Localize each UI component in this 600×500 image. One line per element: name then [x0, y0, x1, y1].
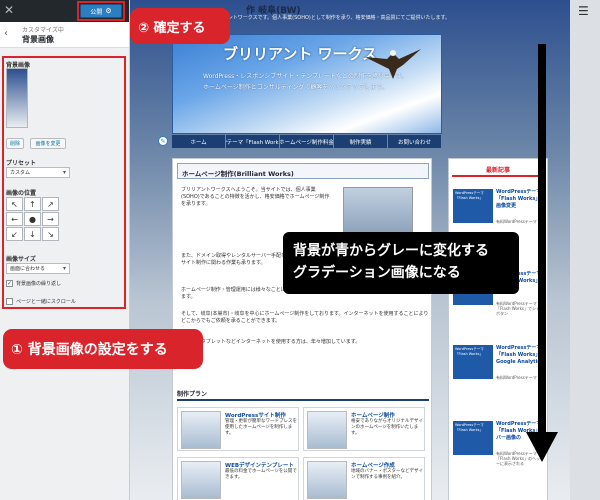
down-arrow-shaft: [538, 44, 546, 434]
post-item[interactable]: WordPressテーマ「Flash Works」 WordPressテーマ「F…: [453, 345, 545, 395]
card-thumbnail: [181, 411, 221, 449]
plan-card[interactable]: ホームページ作成 地域のバナー・ポスターなどデザインで制作する事例を紹介。: [303, 457, 425, 500]
banner-title: ブリリアント ワークス: [223, 45, 378, 63]
site-description: リアントワークスです。個人事業(SOHO)として制作を承り、格安価格・高品質にて…: [218, 15, 451, 21]
card-text: 最低の料金でホームページを公開できます。: [225, 469, 297, 480]
latest-posts-heading: 最新記事: [452, 163, 544, 177]
post-thumbnail[interactable]: WordPressテーマ「Flash Works」: [453, 345, 493, 379]
change-callout: 背景が青からグレーに変化する グラデーション画像になる: [283, 232, 519, 294]
banner-line-2: ホームページ制作とコンサルティングで顧客をバックアップします。: [203, 84, 388, 91]
settings-highlight-box: [2, 56, 126, 309]
publish-callout: ② 確定する: [130, 8, 230, 44]
change-callout-line-1: 背景が青からグレーに変化する: [293, 243, 489, 259]
card-title[interactable]: WordPressサイト制作: [225, 411, 286, 419]
section-title: 背景画像: [22, 35, 54, 44]
paragraph: スマホ・タブレットなどインターネットを使用する方は、年々増加しています。: [181, 339, 361, 345]
hawk-icon: [365, 49, 421, 79]
card-text: 格安でありながらオリジナルデザインのホームページを制作いたします。: [351, 419, 423, 436]
menu-icon[interactable]: ☰: [578, 5, 590, 17]
section-header: ‹ カスタマイズ中 背景画像: [0, 22, 129, 48]
main-nav: ホーム WPテーマ「Flash Works」 ホームページ制作料金 制作実績 お…: [172, 135, 442, 148]
nav-item-theme[interactable]: WPテーマ「Flash Works」: [226, 135, 280, 148]
post-thumbnail[interactable]: WordPressテーマ「Flash Works」: [453, 189, 493, 223]
edit-pencil-icon[interactable]: ✎: [158, 136, 168, 146]
paragraph: そして、岐阜(本巣市)・岐阜を中心にホームページ制作をしております。インターネッ…: [181, 311, 429, 324]
header-banner: ブリリアント ワークス WordPress・レスポンシブサイト・テンプレートなど…: [172, 34, 442, 134]
main-content: ホームページ制作(Brilliant Works) ブリリアントワークスへようこ…: [172, 158, 432, 500]
post-thumbnail[interactable]: WordPressテーマ「Flash Works」: [453, 421, 493, 455]
change-callout-line-2: グラデーション画像になる: [293, 265, 461, 281]
card-thumbnail: [307, 461, 347, 499]
nav-item-works[interactable]: 制作実績: [334, 135, 388, 148]
content-thumbnail: [343, 187, 413, 237]
nav-item-home[interactable]: ホーム: [172, 135, 226, 148]
card-title[interactable]: ホームページ制作: [351, 411, 395, 419]
card-thumbnail: [181, 461, 221, 499]
plan-card[interactable]: ホームページ制作 格安でありながらオリジナルデザインのホームページを制作いたしま…: [303, 407, 425, 451]
settings-callout: ① 背景画像の設定をする: [3, 329, 203, 369]
down-arrow-icon: [526, 432, 558, 462]
card-title[interactable]: WEBデザインテンプレート: [225, 461, 294, 469]
card-thumbnail: [307, 411, 347, 449]
publish-highlight-box: [77, 1, 125, 21]
card-text: 地域のバナー・ポスターなどデザインで制作する事例を紹介。: [351, 469, 423, 480]
production-heading: 制作プラン: [177, 389, 429, 401]
nav-item-pricing[interactable]: ホームページ制作料金: [280, 135, 334, 148]
content-heading: ホームページ制作(Brilliant Works): [177, 163, 429, 179]
breadcrumb: カスタマイズ中: [22, 27, 64, 34]
plan-card[interactable]: WEBデザインテンプレート 最低の料金でホームページを公開できます。: [177, 457, 299, 500]
close-icon[interactable]: ✕: [4, 3, 14, 17]
right-edge-panel: [570, 0, 600, 500]
nav-item-contact[interactable]: お問い合わせ: [388, 135, 442, 148]
plan-card[interactable]: WordPressサイト制作 管理・更新が簡単なワードプレスを使用したホームペー…: [177, 407, 299, 451]
paragraph: ブリリアントワークスへようこそ。当サイトでは、個人事業(SOHO)であることの特…: [181, 187, 330, 207]
card-title[interactable]: ホームページ作成: [351, 461, 395, 469]
card-text: 管理・更新が簡単なワードプレスを使用したホームページを制作します。: [225, 419, 297, 436]
back-icon[interactable]: ‹: [4, 28, 8, 39]
